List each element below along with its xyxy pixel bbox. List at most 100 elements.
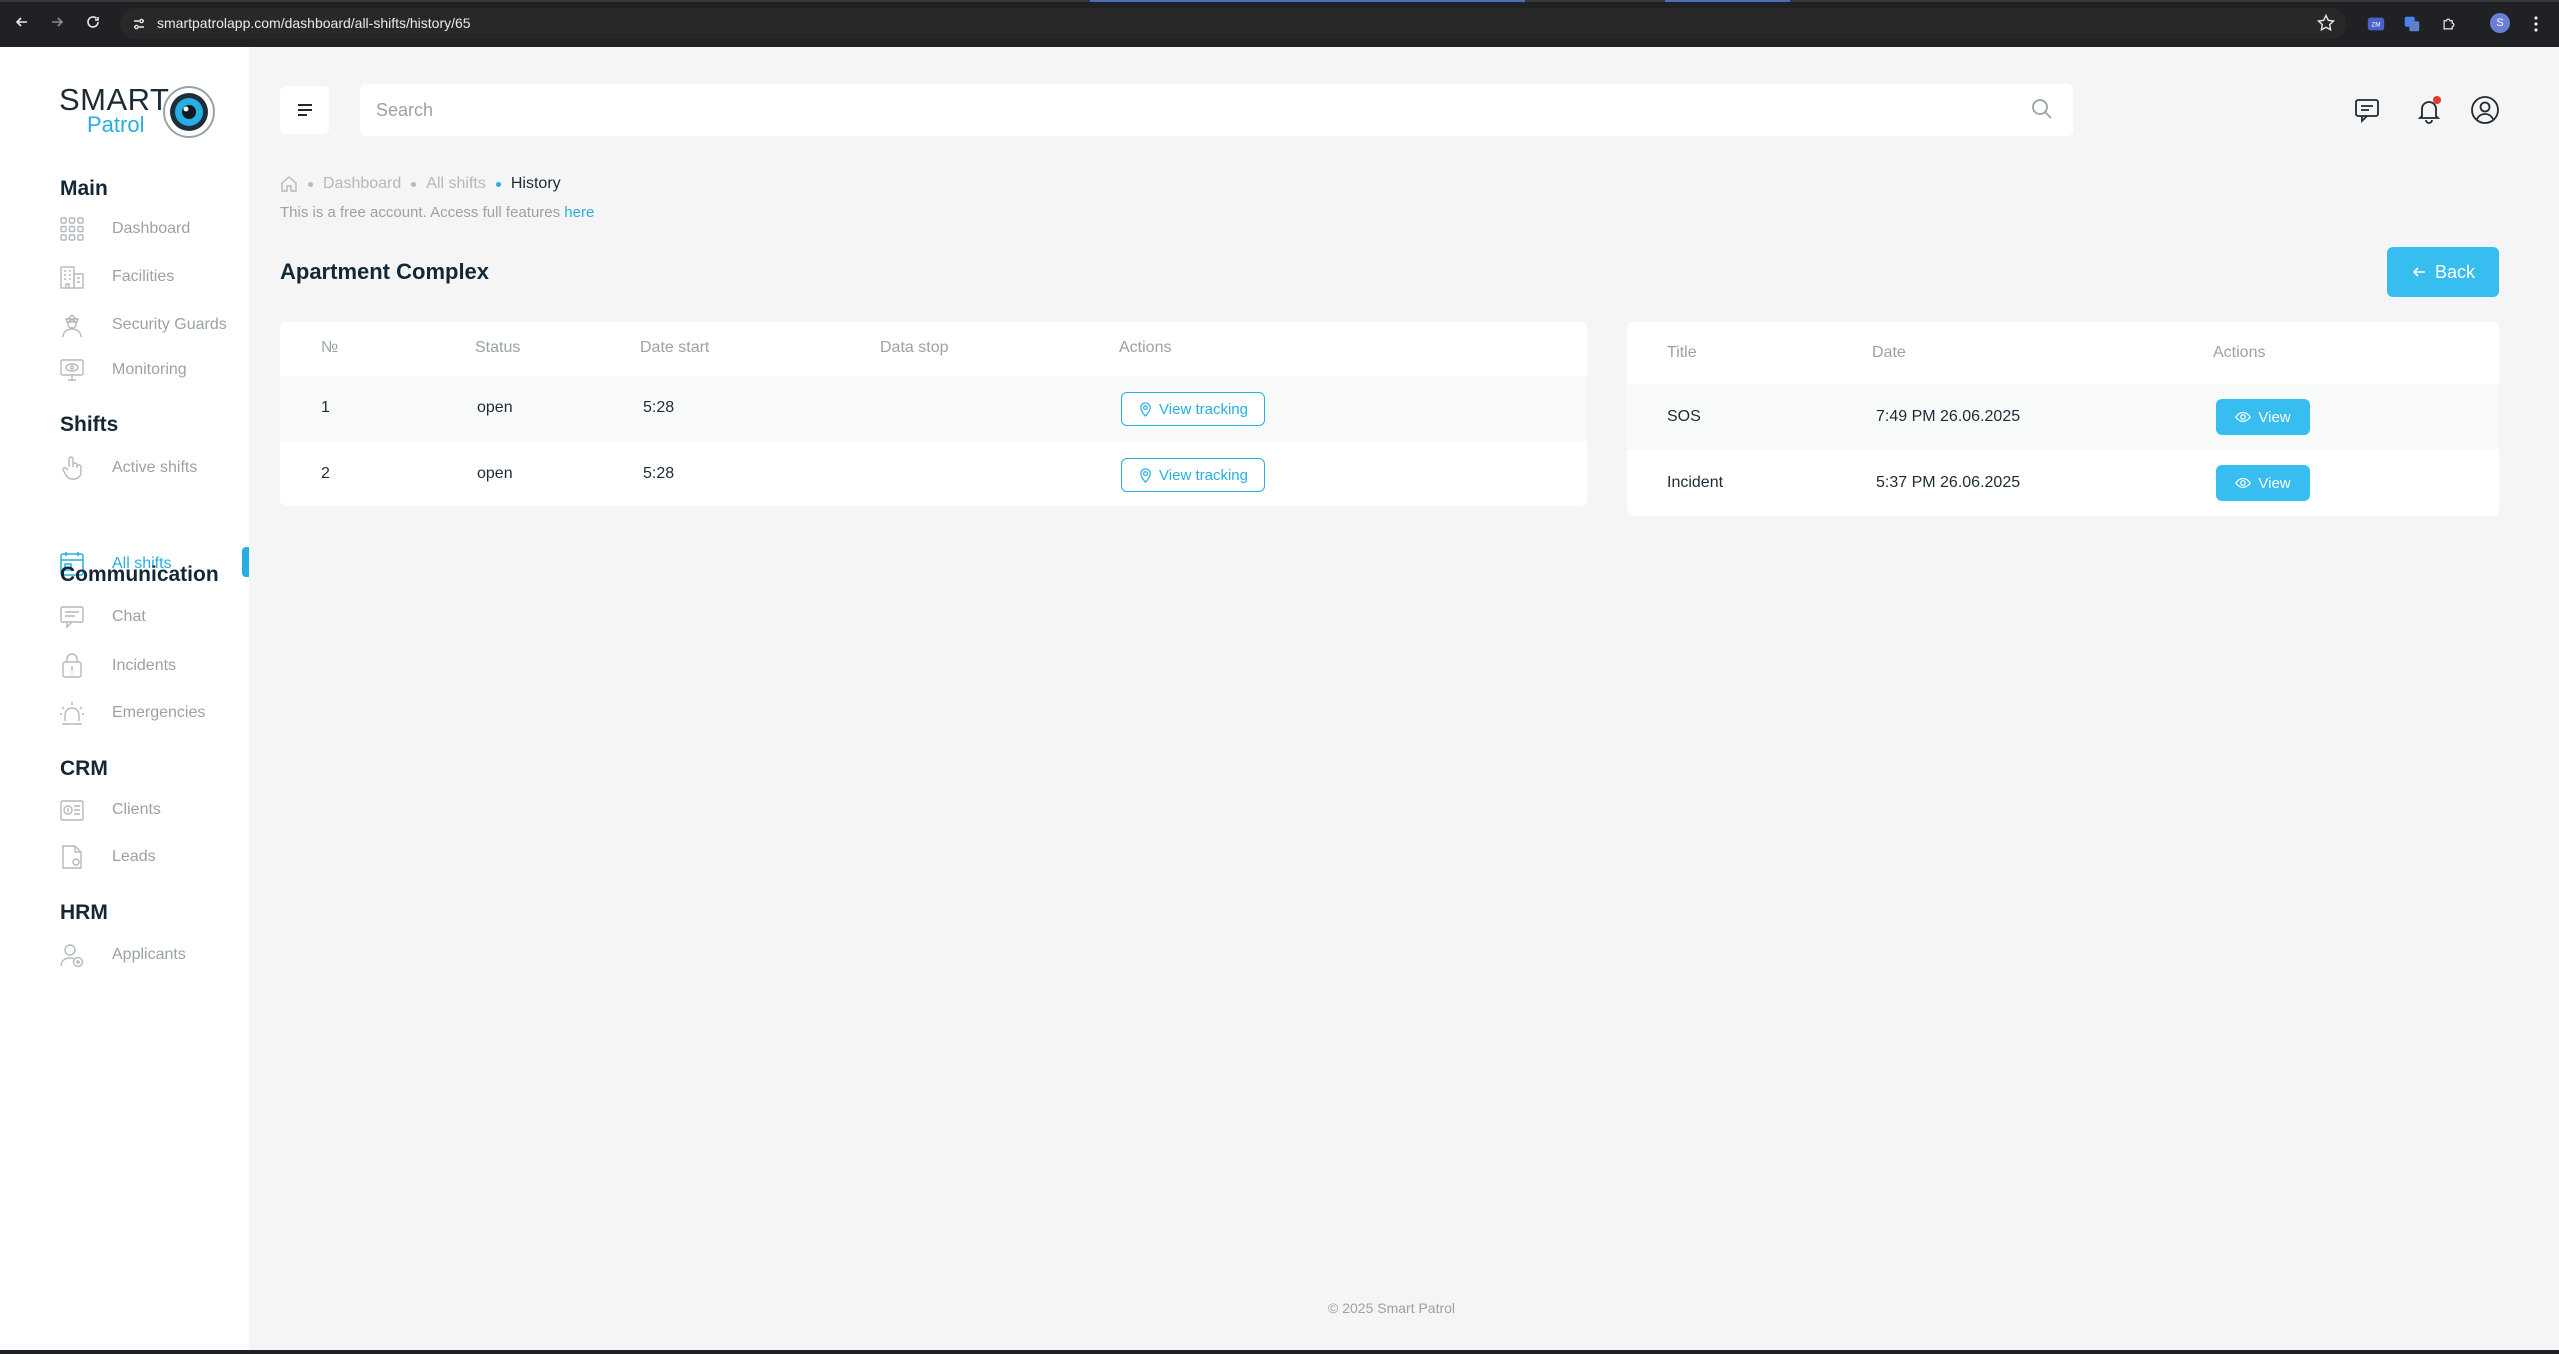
view-button[interactable]: View (2216, 399, 2310, 435)
back-button-label: Back (2434, 261, 2476, 282)
sidebar-item-clients[interactable]: Clients (58, 794, 248, 826)
cell-title: SOS (1667, 408, 1701, 425)
monitor-icon (58, 356, 86, 384)
svg-text:ZM: ZM (2371, 22, 2380, 29)
cell-number: 1 (321, 399, 330, 416)
table-row: 1 open 5:28 View tracking (280, 376, 1587, 442)
extension-zm-icon[interactable]: ZM (2365, 13, 2387, 35)
sidebar-item-facilities[interactable]: Facilities (58, 261, 248, 293)
logo[interactable]: SMART Patrol (59, 82, 219, 140)
breadcrumb-all-shifts[interactable]: All shifts (426, 175, 486, 193)
view-button[interactable]: View (2216, 465, 2310, 501)
site-settings-icon[interactable] (131, 16, 147, 32)
notice-text: This is a free account. Access full feat… (280, 204, 565, 221)
column-header: Status (475, 339, 521, 356)
translate-extension-icon[interactable] (2401, 13, 2423, 35)
breadcrumb-current: History (510, 175, 561, 192)
sidebar-item-label: Active shifts (112, 459, 198, 476)
free-account-notice: This is a free account. Access full feat… (280, 204, 594, 221)
sidebar-item-label: Dashboard (112, 220, 191, 237)
view-button-label: View (2258, 474, 2291, 492)
section-title-hrm: HRM (60, 901, 108, 924)
upgrade-link[interactable]: here (564, 204, 594, 221)
clients-icon (58, 796, 86, 824)
sidebar-item-incidents[interactable]: Incidents (58, 650, 248, 682)
bottom-edge (0, 1350, 2559, 1354)
sidebar-item-applicants[interactable]: Applicants (58, 939, 248, 971)
sidebar-item-label: Chat (112, 608, 146, 625)
view-tracking-label: View tracking (1159, 400, 1248, 418)
notification-badge (2433, 96, 2441, 104)
sidebar: SMART Patrol Main Dashboard Facilities S… (0, 47, 249, 1350)
sidebar-item-leads[interactable]: Leads (58, 841, 248, 873)
chat-icon (58, 603, 86, 631)
arrow-left-icon (2412, 267, 2425, 277)
sidebar-item-label: Leads (112, 848, 156, 865)
section-title-main: Main (60, 177, 108, 200)
home-icon[interactable] (280, 175, 298, 193)
table-row: 2 open 5:28 View tracking (280, 442, 1587, 506)
table-row: SOS 7:49 PM 26.06.2025 View (1627, 384, 2499, 450)
search-box[interactable] (360, 84, 2073, 136)
view-button-label: View (2258, 408, 2291, 426)
column-header: Data stop (880, 339, 949, 356)
cell-date-start: 5:28 (643, 465, 675, 482)
map-pin-icon (1140, 467, 1151, 483)
user-account-icon[interactable] (2469, 94, 2501, 126)
sidebar-item-monitoring[interactable]: Monitoring (58, 354, 248, 386)
search-input[interactable] (376, 100, 1996, 121)
breadcrumb-dashboard[interactable]: Dashboard (323, 175, 401, 193)
logo-text-patrol: Patrol (87, 112, 145, 137)
alarm-icon (58, 699, 86, 727)
eye-icon (2235, 411, 2252, 423)
table-row: Incident 5:37 PM 26.06.2025 View (1627, 450, 2499, 516)
applicant-icon (58, 941, 86, 969)
sidebar-item-dashboard[interactable]: Dashboard (58, 213, 248, 245)
sidebar-item-chat[interactable]: Chat (58, 601, 248, 633)
forward-arrow-icon[interactable] (46, 11, 68, 33)
profile-avatar[interactable]: S (2490, 13, 2510, 33)
sidebar-item-label: Facilities (112, 268, 175, 285)
messages-icon[interactable] (2351, 94, 2383, 126)
reload-icon[interactable] (82, 11, 104, 33)
sidebar-item-label: Security Guards (112, 316, 227, 333)
back-arrow-icon[interactable] (11, 11, 33, 33)
section-title-shifts: Shifts (60, 413, 119, 436)
pointer-icon (58, 454, 86, 482)
search-icon[interactable] (2030, 97, 2054, 121)
eye-icon (2235, 477, 2252, 489)
breadcrumb-separator (411, 181, 417, 187)
sidebar-item-label: Incidents (112, 657, 177, 674)
leads-icon (58, 843, 86, 871)
sidebar-item-active-shifts[interactable]: Active shifts (58, 452, 248, 484)
dashboard-grid-icon (58, 215, 86, 243)
back-button[interactable]: Back (2387, 247, 2499, 297)
view-tracking-button[interactable]: View tracking (1121, 458, 1265, 492)
sidebar-item-label: Emergencies (112, 704, 206, 721)
sidebar-item-emergencies[interactable]: Emergencies (58, 697, 248, 729)
breadcrumb-separator (308, 181, 313, 187)
incident-icon (58, 652, 86, 680)
footer-copyright: © 2025 Smart Patrol (1328, 1300, 1456, 1316)
column-header: Actions (1119, 339, 1172, 356)
section-title-communication: Communication (60, 563, 219, 586)
page-title: Apartment Complex (280, 259, 490, 284)
sidebar-item-label: Clients (112, 801, 161, 818)
extensions-puzzle-icon[interactable] (2438, 13, 2460, 35)
cell-date: 5:37 PM 26.06.2025 (1876, 474, 2021, 491)
column-header: Title (1667, 344, 1697, 361)
active-indicator (242, 547, 249, 577)
sidebar-item-security-guards[interactable]: Security Guards (58, 309, 248, 341)
bookmark-star-icon[interactable] (2316, 13, 2336, 33)
browser-menu-icon[interactable] (2530, 13, 2542, 35)
breadcrumb: Dashboard All shifts History (280, 173, 561, 195)
menu-toggle-button[interactable] (280, 86, 329, 134)
section-title-crm: CRM (60, 757, 108, 780)
view-tracking-button[interactable]: View tracking (1121, 392, 1265, 426)
hamburger-icon (297, 104, 312, 116)
cell-status: open (477, 465, 513, 482)
events-table: Title Date Actions SOS 7:49 PM 26.06.202… (1627, 322, 2499, 516)
cell-number: 2 (321, 465, 330, 482)
cell-date: 7:49 PM 26.06.2025 (1876, 408, 2021, 425)
url-text[interactable]: smartpatrolapp.com/dashboard/all-shifts/… (157, 15, 471, 31)
